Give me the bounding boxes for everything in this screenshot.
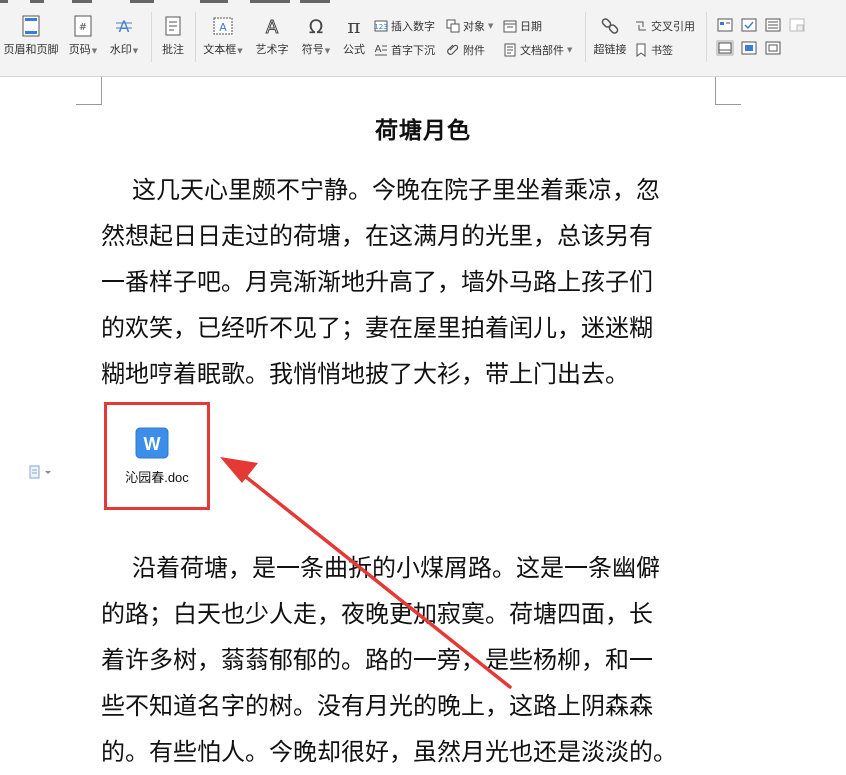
text-line: 着许多树，蓊蓊郁郁的。路的一旁，是些杨柳，和一: [101, 646, 653, 674]
drop-cap-button[interactable]: A 首字下沉: [374, 42, 435, 58]
text-line: 的欢笑，已经听不见了；妻在屋里拍着闰儿，迷迷糊: [101, 314, 653, 342]
word-art-label: 艺术字: [255, 43, 289, 56]
doc-parts-icon: [504, 43, 516, 57]
paperclip-icon: [447, 44, 459, 55]
svg-text:A: A: [266, 17, 279, 37]
chevron-down-icon: ▼: [91, 47, 98, 55]
text-line: 这几天心里颇不宁静。今晚在院子里坐着乘凉，忽: [132, 176, 660, 204]
formula-label: 公式: [343, 43, 365, 56]
frame-icon: [718, 42, 732, 54]
paragraph-2: 沿着荷塘，是一条曲折的小煤屑路。这是一条幽僻 的路；白天也少人走，夜晚更加寂寞。…: [101, 545, 721, 775]
insert-number-label: 插入数字: [391, 20, 435, 33]
text-box-button[interactable]: A 文本框▼: [200, 15, 246, 57]
document-title: 荷塘月色: [375, 117, 471, 144]
page-corner-mark: [76, 77, 102, 105]
toolbar-separator: [151, 12, 152, 62]
number-icon: 123: [374, 20, 388, 32]
object-button[interactable]: 对象 ▼: [446, 18, 493, 34]
checkbox-field-icon[interactable]: [740, 17, 758, 33]
svg-text:π: π: [347, 15, 360, 37]
date-label: 日期: [520, 20, 542, 33]
svg-text:Ω: Ω: [309, 16, 324, 37]
image-field-icon[interactable]: [740, 40, 758, 56]
page-number-label: 页码: [68, 43, 91, 56]
bookmark-label: 书签: [651, 44, 673, 57]
attachment-label: 附件: [463, 44, 485, 57]
text-line: 一番样子吧。月亮渐渐地升高了，墙外马路上孩子们: [101, 268, 653, 296]
formula-button[interactable]: π 公式: [338, 15, 370, 57]
toolbar-separator: [706, 12, 707, 62]
watermark-button[interactable]: A 水印▼: [106, 15, 142, 57]
ribbon-top-edge: [0, 0, 846, 5]
symbol-button[interactable]: Ω 符号▼: [298, 15, 334, 57]
svg-text:A: A: [375, 44, 382, 55]
svg-text:A: A: [219, 21, 227, 34]
toolbar-separator: [585, 12, 586, 62]
chevron-down-icon: ▼: [488, 22, 494, 30]
watermark-icon: A: [116, 17, 132, 36]
calendar-icon: [503, 20, 517, 33]
text-line: 的。有些怕人。今晚却很好，虽然月光也还是淡淡的。: [101, 738, 677, 766]
text-line: 然想起日日走过的荷塘，在这满月的光里，总该另有: [101, 222, 653, 250]
page-number-icon: #: [74, 15, 92, 37]
header-footer-icon: [22, 15, 40, 37]
text-line: 的路；白天也少人走，夜晚更加寂寞。荷塘四面，长: [101, 600, 653, 628]
bookmark-button[interactable]: 书签: [634, 42, 673, 58]
cross-reference-button[interactable]: 交叉引用: [634, 18, 695, 34]
hyperlink-button[interactable]: 超链接: [590, 15, 630, 57]
chevron-down-icon: ▼: [324, 47, 331, 55]
document-page[interactable]: 荷塘月色 这几天心里颇不宁静。今晚在院子里坐着乘凉，忽 然想起日日走过的荷塘，在…: [0, 77, 846, 766]
text-line: 糊地哼着眠歌。我悄悄地披了大衫，带上门出去。: [101, 360, 629, 388]
header-footer-button[interactable]: 页眉和页脚: [2, 15, 60, 57]
comment-button[interactable]: 批注: [158, 15, 188, 57]
object-icon: [446, 19, 460, 33]
svg-text:W: W: [144, 434, 161, 454]
svg-text:123: 123: [374, 23, 387, 31]
cross-reference-label: 交叉引用: [651, 20, 695, 33]
disabled-field-icon: [789, 18, 805, 32]
chevron-down-icon: ▼: [567, 46, 573, 54]
toolbar-separator: [195, 12, 196, 62]
page-number-button[interactable]: # 页码▼: [66, 15, 100, 57]
text-box-icon: A: [213, 17, 233, 35]
doc-parts-button[interactable]: 文档部件 ▼: [503, 42, 572, 58]
date-button[interactable]: 日期: [503, 18, 542, 34]
object-label: 对象: [463, 20, 485, 33]
form-field-icon[interactable]: [716, 17, 734, 33]
symbol-label: 符号: [301, 43, 324, 56]
text-box-label: 文本框: [203, 43, 237, 56]
omega-symbol-icon: Ω: [309, 16, 324, 37]
list-field-icon[interactable]: [764, 17, 782, 33]
watermark-label: 水印: [109, 43, 132, 56]
bookmark-icon: [636, 43, 646, 57]
cross-reference-icon: [636, 21, 646, 31]
ribbon-toolbar: 页眉和页脚 # 页码▼ A 水印▼ 批注 A 文本框▼ A 艺术字 Ω 符号▼ …: [0, 0, 846, 77]
link-icon: [601, 18, 619, 34]
svg-text:#: #: [79, 22, 87, 33]
drop-cap-label: 首字下沉: [391, 44, 435, 57]
chevron-down-icon: ▼: [237, 47, 243, 55]
picture-content-icon[interactable]: [764, 40, 782, 56]
comment-label: 批注: [162, 43, 184, 56]
hyperlink-label: 超链接: [593, 43, 627, 56]
text-line: 沿着荷塘，是一条曲折的小煤屑路。这是一条幽僻: [132, 554, 660, 582]
pi-formula-icon: π: [347, 15, 360, 37]
paragraph-layout-icon[interactable]: [28, 464, 56, 480]
page-corner-mark: [715, 77, 741, 105]
wps-word-file-icon[interactable]: W: [135, 427, 169, 459]
attachment-button[interactable]: 附件: [446, 42, 485, 58]
doc-parts-label: 文档部件: [520, 44, 564, 57]
insert-number-button[interactable]: 123 插入数字: [374, 18, 435, 34]
attachment-filename[interactable]: 沁园春.doc: [117, 467, 197, 486]
design-mode-active-button[interactable]: [716, 40, 734, 56]
chevron-down-icon: ▼: [132, 47, 139, 55]
word-art-icon: A: [265, 17, 279, 38]
text-line: 些不知道名字的树。没有月光的晚上，这路上阴森森: [101, 692, 653, 720]
header-footer-label: 页眉和页脚: [3, 43, 59, 56]
word-art-button[interactable]: A 艺术字: [253, 15, 291, 57]
comment-icon: [165, 16, 181, 36]
paragraph-1: 这几天心里颇不宁静。今晚在院子里坐着乘凉，忽 然想起日日走过的荷塘，在这满月的光…: [101, 167, 721, 397]
svg-text:A: A: [119, 17, 130, 36]
drop-cap-icon: A: [375, 44, 387, 56]
